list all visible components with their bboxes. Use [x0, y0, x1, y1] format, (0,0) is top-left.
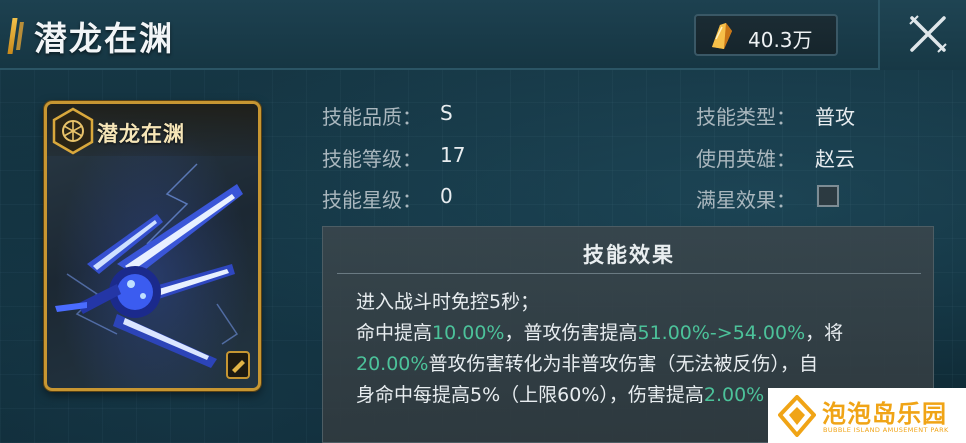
quality-label: 技能品质：: [322, 105, 422, 129]
currency-display: 40.3万: [694, 14, 838, 56]
header-bar: 潜龙在渊 40.3万: [0, 0, 966, 70]
highlight-value: 20.00%: [356, 353, 429, 375]
close-button[interactable]: [878, 0, 966, 70]
fullstar-checkbox[interactable]: [817, 185, 839, 207]
star-value: 0: [440, 184, 453, 208]
type-label: 技能类型：: [696, 105, 796, 129]
currency-value: 40.3万: [748, 28, 813, 52]
effect-line: 命中提高10.00%，普攻伤害提高51.00%->54.00%，将: [356, 322, 844, 344]
card-title: 潜龙在渊: [97, 121, 185, 146]
effect-line: 20.00%普攻伤害转化为非普攻伤害（无法被反伤），自: [356, 353, 818, 375]
effect-title: 技能效果: [583, 243, 675, 267]
fullstar-label: 满星效果：: [696, 188, 796, 212]
highlight-value: 2.00%: [703, 384, 765, 406]
title-accent-icon: [7, 18, 26, 54]
star-label: 技能星级：: [322, 188, 422, 212]
type-value: 普攻: [815, 105, 855, 129]
watermark-subtitle: BUBBLE ISLAND AMUSEMENT PARK: [823, 426, 949, 434]
bubble-logo-icon: [778, 395, 816, 437]
page-title: 潜龙在渊: [34, 19, 174, 58]
skill-card[interactable]: 潜龙在渊: [44, 101, 261, 391]
tag-icon: [226, 351, 250, 379]
crystal-icon: [712, 23, 732, 49]
level-value: 17: [440, 143, 466, 167]
watermark: 泡泡岛乐园 BUBBLE ISLAND AMUSEMENT PARK: [768, 388, 966, 443]
watermark-name: 泡泡岛乐园: [822, 400, 947, 428]
hero-label: 使用英雄：: [696, 147, 796, 171]
highlight-value: 10.00%: [432, 322, 505, 344]
effect-line: 进入战斗时免控5秒；: [356, 291, 540, 313]
quality-value: S: [440, 101, 453, 125]
hex-emblem-icon: [52, 107, 94, 155]
highlight-value: 51.00%->54.00%: [637, 322, 806, 344]
hero-value: 赵云: [815, 147, 855, 171]
level-label: 技能等级：: [322, 147, 422, 171]
close-icon: [909, 15, 947, 53]
effect-divider: [337, 273, 921, 274]
